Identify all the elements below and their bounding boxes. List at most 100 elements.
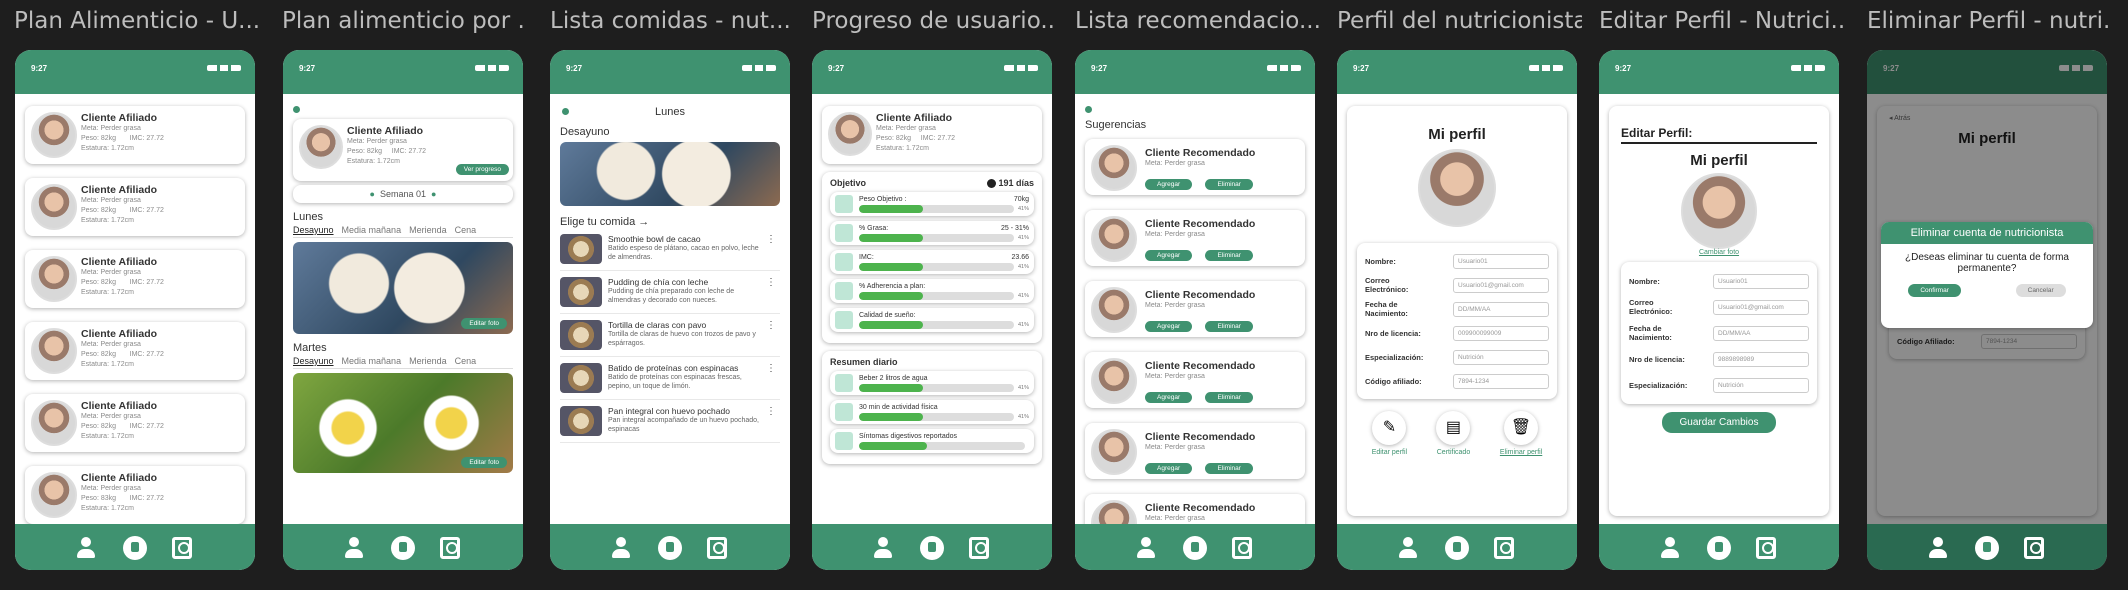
field-input[interactable]: Usuario01 [1453, 253, 1549, 269]
field-input[interactable]: Usuario01 [1713, 273, 1809, 289]
save-changes-button[interactable]: Guardar Cambios [1661, 412, 1777, 433]
like-icon[interactable] [658, 536, 682, 560]
field-input[interactable]: DD/MM/AA [1453, 301, 1549, 317]
change-photo-link[interactable]: Cambiar foto [1621, 249, 1817, 256]
field-input[interactable]: Usuario01@gmail.com [1713, 299, 1809, 315]
add-button[interactable]: Agregar [1145, 179, 1193, 190]
doctor-icon[interactable] [172, 537, 192, 559]
doctor-icon[interactable] [1494, 537, 1514, 559]
reco-card[interactable]: Cliente RecomendadoMeta: Perder grasaAgr… [1085, 494, 1305, 524]
field-input[interactable]: 9889898989 [1713, 351, 1809, 367]
doctor-icon[interactable] [707, 537, 727, 559]
field-input[interactable]: 009900099009 [1453, 325, 1549, 341]
remove-button[interactable]: Eliminar [1205, 179, 1253, 190]
doctor-icon[interactable] [1756, 537, 1776, 559]
meal-tab[interactable]: Media mañana [342, 225, 402, 235]
meal-tab[interactable]: Cena [455, 225, 477, 235]
profile-icon[interactable] [1135, 537, 1157, 559]
reco-card[interactable]: Cliente RecomendadoMeta: Perder grasaAgr… [1085, 352, 1305, 408]
client-height: Estatura: 1.72cm [81, 361, 134, 368]
edit-profile-action[interactable]: ✎ Editar perfil [1372, 411, 1407, 456]
meal-tab[interactable]: Media mañana [342, 356, 402, 366]
status-bar: 9:27 [550, 50, 790, 94]
meal-tab[interactable]: Desayuno [293, 356, 334, 366]
add-button[interactable]: Agregar [1145, 250, 1193, 261]
back-dot-icon[interactable] [1085, 106, 1092, 113]
like-icon[interactable] [123, 536, 147, 560]
field-label: Nombre: [1629, 276, 1660, 286]
edit-photo-button[interactable]: Editar foto [461, 457, 507, 468]
certificate-action[interactable]: ▤ Certificado [1436, 411, 1471, 456]
edit-photo-button[interactable]: Editar foto [461, 318, 507, 329]
more-icon[interactable]: ⋮ [766, 363, 776, 374]
choose-food-link[interactable]: Elige tu comida → [560, 216, 780, 228]
profile-icon[interactable] [1397, 537, 1419, 559]
food-item[interactable]: Tortilla de claras con pavo Tortilla de c… [560, 314, 780, 357]
reco-card[interactable]: Cliente RecomendadoMeta: Perder grasaAgr… [1085, 210, 1305, 266]
profile-icon[interactable] [610, 537, 632, 559]
client-card[interactable]: Cliente Afiliado Meta: Perder grasa Peso: … [25, 466, 245, 524]
food-item[interactable]: Smoothie bowl de cacao Batido espeso de p… [560, 228, 780, 271]
like-icon[interactable] [391, 536, 415, 560]
field-input[interactable]: Nutrición [1453, 349, 1549, 365]
food-item[interactable]: Batido de proteínas con espinacas Batido … [560, 357, 780, 400]
profile-icon[interactable] [872, 537, 894, 559]
doctor-icon[interactable] [2024, 537, 2044, 559]
meal-tab[interactable]: Cena [455, 356, 477, 366]
doctor-icon[interactable] [1232, 537, 1252, 559]
more-icon[interactable]: ⋮ [766, 320, 776, 331]
client-card[interactable]: Cliente Afiliado Meta: Perder grasa Peso… [293, 119, 513, 181]
add-button[interactable]: Agregar [1145, 463, 1193, 474]
phone-user-progress: 9:27 Cliente Afiliado Meta: Perder grasa… [812, 50, 1052, 570]
like-icon[interactable] [1445, 536, 1469, 560]
edit-card: Editar Perfil: Mi perfil Cambiar foto No… [1609, 106, 1829, 516]
food-item[interactable]: Pudding de chía con leche Pudding de chía… [560, 271, 780, 314]
client-card[interactable]: Cliente Afiliado Meta: Perder grasa Peso: … [25, 394, 245, 452]
field-input[interactable]: DD/MM/AA [1713, 325, 1809, 341]
field-input[interactable]: Nutrición [1713, 377, 1809, 393]
reco-card[interactable]: Cliente RecomendadoMeta: Perder grasaAgr… [1085, 139, 1305, 195]
reco-card[interactable]: Cliente RecomendadoMeta: Perder grasaAgr… [1085, 423, 1305, 479]
profile-icon[interactable] [1927, 537, 1949, 559]
remove-button[interactable]: Eliminar [1205, 392, 1253, 403]
client-card[interactable]: Cliente Afiliado Meta: Perder grasa Peso: … [25, 106, 245, 164]
field-input[interactable]: 7894-1234 [1453, 373, 1549, 389]
field-input[interactable]: Usuario01@gmail.com [1453, 277, 1549, 293]
progress-row: Calidad de sueño: 41% [830, 308, 1034, 333]
client-card[interactable]: Cliente Afiliado Meta: Perder grasa Peso: … [25, 250, 245, 308]
add-button[interactable]: Agregar [1145, 392, 1193, 403]
view-progress-button[interactable]: Ver progreso [455, 164, 509, 175]
like-icon[interactable] [920, 536, 944, 560]
delete-dialog: Eliminar cuenta de nutricionista ¿Deseas… [1881, 222, 2093, 328]
profile-icon[interactable] [75, 537, 97, 559]
back-dot-icon[interactable] [562, 108, 569, 115]
meal-tab[interactable]: Merienda [409, 356, 447, 366]
doctor-icon[interactable] [969, 537, 989, 559]
profile-icon[interactable] [1659, 537, 1681, 559]
like-icon[interactable] [1183, 536, 1207, 560]
confirm-button[interactable]: Confirmar [1908, 284, 1961, 297]
remove-button[interactable]: Eliminar [1205, 463, 1253, 474]
client-card[interactable]: Cliente Afiliado Meta: Perder grasa Peso: … [25, 322, 245, 380]
like-icon[interactable] [1707, 536, 1731, 560]
client-card[interactable]: Cliente Afiliado Meta: Perder grasa Peso: … [25, 178, 245, 236]
doctor-icon[interactable] [440, 537, 460, 559]
remove-button[interactable]: Eliminar [1205, 321, 1253, 332]
week-selector[interactable]: ● Semana 01 ● [293, 185, 513, 203]
reco-card[interactable]: Cliente RecomendadoMeta: Perder grasaAgr… [1085, 281, 1305, 337]
back-dot-icon[interactable] [293, 106, 300, 113]
delete-profile-action[interactable]: 🗑 Eliminar perfil [1500, 411, 1542, 456]
profile-icon[interactable] [343, 537, 365, 559]
like-icon[interactable] [1975, 536, 1999, 560]
food-item[interactable]: Pan integral con huevo pochado Pan integr… [560, 400, 780, 443]
more-icon[interactable]: ⋮ [766, 406, 776, 417]
meal-tab[interactable]: Merienda [409, 225, 447, 235]
meal-tab[interactable]: Desayuno [293, 225, 334, 235]
prev-week-icon[interactable]: ● [370, 189, 375, 199]
next-week-icon[interactable]: ● [431, 189, 436, 199]
add-button[interactable]: Agregar [1145, 321, 1193, 332]
remove-button[interactable]: Eliminar [1205, 250, 1253, 261]
more-icon[interactable]: ⋮ [766, 277, 776, 288]
more-icon[interactable]: ⋮ [766, 234, 776, 245]
cancel-button[interactable]: Cancelar [2015, 284, 2066, 297]
